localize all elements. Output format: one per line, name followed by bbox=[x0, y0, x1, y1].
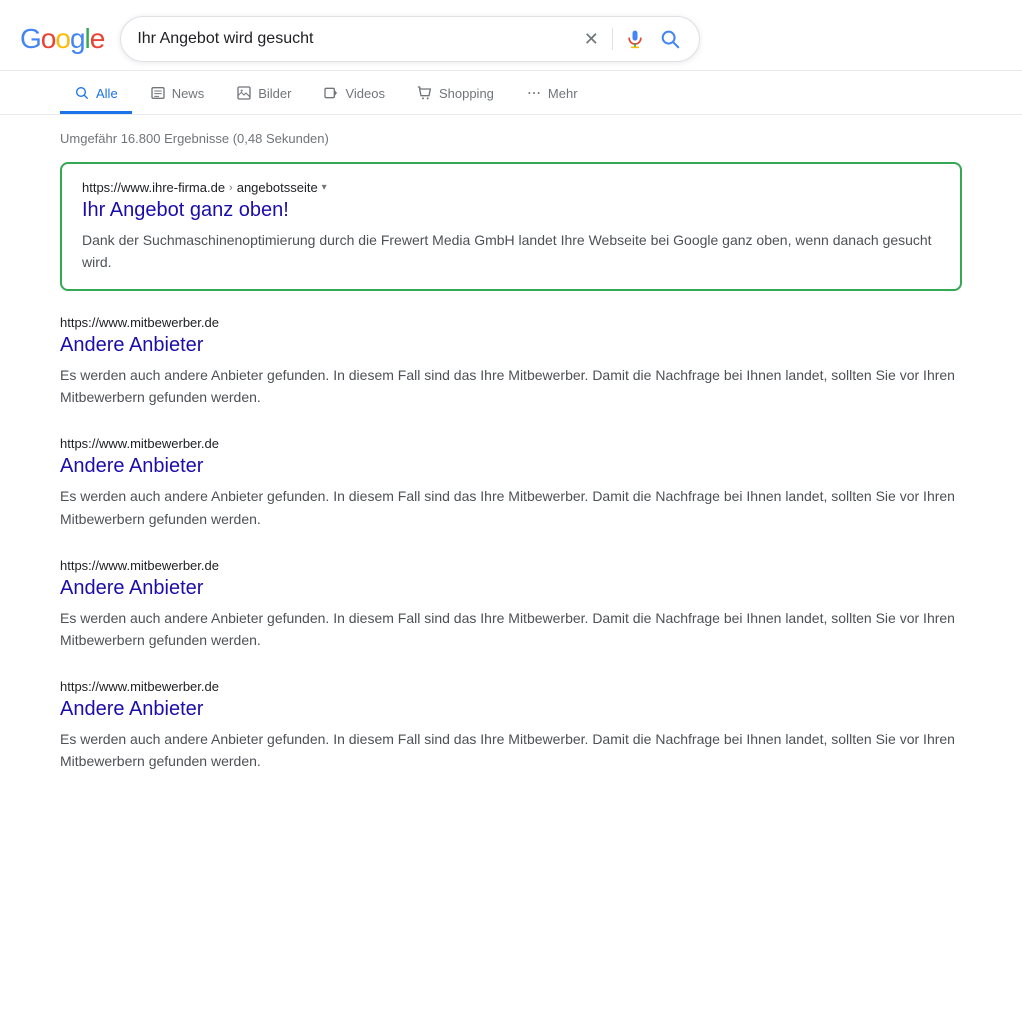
tab-mehr-label: Mehr bbox=[548, 86, 578, 101]
mehr-tab-icon bbox=[526, 85, 542, 101]
search-divider bbox=[612, 28, 613, 50]
tab-shopping[interactable]: Shopping bbox=[403, 75, 508, 114]
search-icon bbox=[659, 28, 681, 50]
featured-breadcrumb: angebotsseite bbox=[237, 180, 318, 195]
tab-alle[interactable]: Alle bbox=[60, 75, 132, 114]
results-area: Umgefähr 16.800 Ergebnisse (0,48 Sekunde… bbox=[0, 115, 1022, 816]
search-bar: ✕ bbox=[120, 16, 700, 62]
mic-icon bbox=[625, 27, 645, 51]
logo-g1: G bbox=[20, 23, 41, 55]
results-count: Umgefähr 16.800 Ergebnisse (0,48 Sekunde… bbox=[60, 131, 962, 146]
result-item-2: https://www.mitbewerber.de Andere Anbiet… bbox=[60, 558, 962, 651]
logo-e: e bbox=[90, 23, 105, 55]
tab-mehr[interactable]: Mehr bbox=[512, 75, 592, 114]
result-desc-0: Es werden auch andere Anbieter gefunden.… bbox=[60, 364, 962, 408]
result-item-0: https://www.mitbewerber.de Andere Anbiet… bbox=[60, 315, 962, 408]
tab-shopping-label: Shopping bbox=[439, 86, 494, 101]
result-domain-1: https://www.mitbewerber.de bbox=[60, 436, 219, 451]
result-url-1: https://www.mitbewerber.de bbox=[60, 436, 962, 451]
search-input[interactable] bbox=[137, 30, 570, 48]
featured-result: https://www.ihre-firma.de › angebotsseit… bbox=[60, 162, 962, 291]
news-tab-icon bbox=[150, 85, 166, 101]
result-desc-3: Es werden auch andere Anbieter gefunden.… bbox=[60, 728, 962, 772]
result-title-0[interactable]: Andere Anbieter bbox=[60, 332, 962, 358]
result-domain-2: https://www.mitbewerber.de bbox=[60, 558, 219, 573]
featured-description: Dank der Suchmaschinenoptimierung durch … bbox=[82, 229, 940, 273]
logo-o2: o bbox=[55, 23, 70, 55]
tab-news-label: News bbox=[172, 86, 205, 101]
tab-news[interactable]: News bbox=[136, 75, 219, 114]
featured-title[interactable]: Ihr Angebot ganz oben! bbox=[82, 197, 940, 223]
search-button[interactable] bbox=[657, 26, 683, 52]
featured-breadcrumb-arrow: › bbox=[229, 182, 233, 194]
results-list: https://www.mitbewerber.de Andere Anbiet… bbox=[60, 315, 962, 772]
result-url-0: https://www.mitbewerber.de bbox=[60, 315, 962, 330]
shopping-tab-icon bbox=[417, 85, 433, 101]
featured-dropdown-arrow[interactable]: ▾ bbox=[322, 182, 327, 193]
search-tab-icon bbox=[74, 85, 90, 101]
tab-videos-label: Videos bbox=[345, 86, 385, 101]
logo-o1: o bbox=[41, 23, 56, 55]
featured-domain: https://www.ihre-firma.de bbox=[82, 180, 225, 195]
result-title-3[interactable]: Andere Anbieter bbox=[60, 696, 962, 722]
result-item-1: https://www.mitbewerber.de Andere Anbiet… bbox=[60, 436, 962, 529]
featured-url: https://www.ihre-firma.de › angebotsseit… bbox=[82, 180, 940, 195]
tab-bilder-label: Bilder bbox=[258, 86, 291, 101]
clear-icon: ✕ bbox=[582, 30, 600, 48]
videos-tab-icon bbox=[323, 85, 339, 101]
nav-tabs: Alle News Bilder Videos bbox=[0, 71, 1022, 115]
tab-videos[interactable]: Videos bbox=[309, 75, 399, 114]
result-domain-0: https://www.mitbewerber.de bbox=[60, 315, 219, 330]
result-desc-1: Es werden auch andere Anbieter gefunden.… bbox=[60, 485, 962, 529]
result-title-2[interactable]: Andere Anbieter bbox=[60, 575, 962, 601]
google-logo: Google bbox=[20, 23, 104, 55]
tab-bilder[interactable]: Bilder bbox=[222, 75, 305, 114]
result-desc-2: Es werden auch andere Anbieter gefunden.… bbox=[60, 607, 962, 651]
bilder-tab-icon bbox=[236, 85, 252, 101]
result-title-1[interactable]: Andere Anbieter bbox=[60, 453, 962, 479]
search-icons: ✕ bbox=[580, 25, 683, 53]
clear-button[interactable]: ✕ bbox=[580, 28, 602, 50]
mic-button[interactable] bbox=[623, 25, 647, 53]
result-url-2: https://www.mitbewerber.de bbox=[60, 558, 962, 573]
result-item-3: https://www.mitbewerber.de Andere Anbiet… bbox=[60, 679, 962, 772]
logo-g2: g bbox=[70, 23, 85, 55]
tab-alle-label: Alle bbox=[96, 86, 118, 101]
result-domain-3: https://www.mitbewerber.de bbox=[60, 679, 219, 694]
result-url-3: https://www.mitbewerber.de bbox=[60, 679, 962, 694]
header: Google ✕ bbox=[0, 0, 1022, 71]
